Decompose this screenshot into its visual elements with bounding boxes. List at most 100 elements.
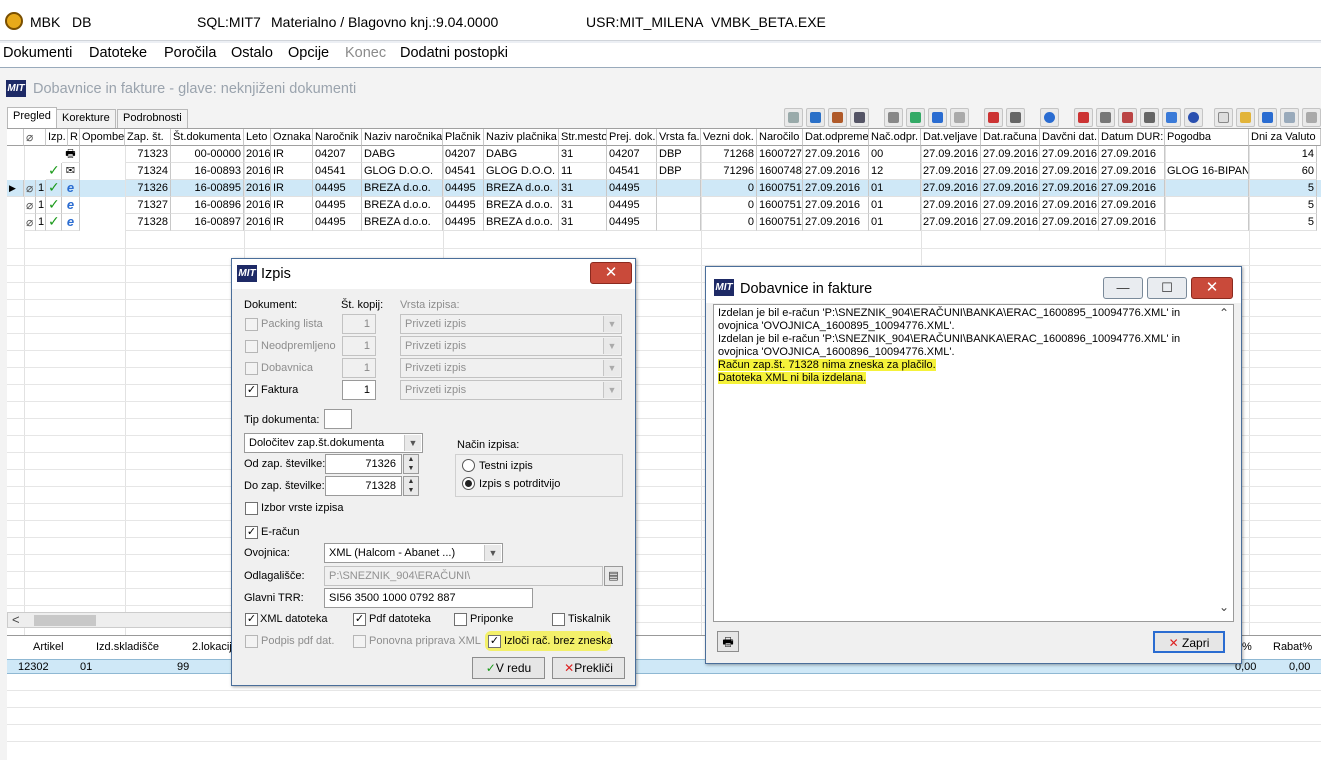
message-text-area[interactable]: Izdelan je bil e-račun 'P:\SNEZNIK_904\E… [713, 304, 1234, 622]
packing-copies-input[interactable]: 1 [342, 314, 376, 334]
packing-vrsta-select[interactable]: Privzeti izpis ▼ [400, 314, 622, 334]
toolbar-help-icon[interactable] [1184, 108, 1203, 127]
toolbar-folder-icon[interactable] [1236, 108, 1255, 127]
od-input[interactable]: 71326 [325, 454, 402, 474]
podpis-checkbox[interactable] [245, 635, 258, 648]
grid-header-dat-odpreme[interactable]: Dat.odpreme [803, 129, 869, 146]
toolbar-search-icon[interactable] [1280, 108, 1299, 127]
grid-header-vezni-dok[interactable]: Vezni dok. [701, 129, 757, 146]
testni-radio[interactable] [462, 459, 475, 472]
tiskalnik-checkbox[interactable] [552, 613, 565, 626]
menu-dodatni-postopki[interactable]: Dodatni postopki [400, 45, 508, 61]
priponke-checkbox[interactable] [454, 613, 467, 626]
odlagalisce-input[interactable]: P:\SNEZNIK_904\ERAČUNI\ [324, 566, 603, 586]
toolbar-pdf-icon[interactable] [984, 108, 1003, 127]
toolbar-save-icon[interactable] [1258, 108, 1277, 127]
table-row[interactable]: ✓ ✉ 71324 16-00893 2016 IR 04541 GLOG D.… [7, 163, 1321, 180]
toolbar-export-icon[interactable] [1074, 108, 1093, 127]
toolbar-new-icon[interactable] [1214, 108, 1233, 127]
print-button[interactable]: 🖶 [717, 631, 739, 652]
toolbar-print-preview-icon[interactable] [784, 108, 803, 127]
menu-konec[interactable]: Konec [345, 45, 386, 61]
close-icon[interactable]: ✕ [590, 262, 632, 284]
toolbar-user-icon[interactable] [884, 108, 903, 127]
toolbar-refresh-icon[interactable] [806, 108, 825, 127]
ovojnica-select[interactable]: XML (Halcom - Abanet ...) ▼ [324, 543, 503, 563]
do-stepper-icon[interactable]: ▲ ▼ [403, 476, 419, 496]
scroll-down-icon[interactable]: ⌄ [1219, 601, 1229, 614]
grid-horizontal-scrollbar[interactable]: < [7, 612, 232, 628]
do-input[interactable]: 71328 [325, 476, 402, 496]
tip-dokumenta-input[interactable] [324, 409, 352, 429]
menu-datoteke[interactable]: Datoteke [89, 45, 147, 61]
toolbar-attach-icon[interactable] [1140, 108, 1159, 127]
toolbar-copy-icon[interactable] [1096, 108, 1115, 127]
dobavnica-copies-input[interactable]: 1 [342, 358, 376, 378]
faktura-checkbox[interactable]: ✓ [245, 384, 258, 397]
toolbar-text-icon[interactable] [950, 108, 969, 127]
grid-header-narocnik[interactable]: Naročnik [313, 129, 362, 146]
menu-porocila[interactable]: Poročila [164, 45, 216, 61]
cancel-button[interactable]: ✕Prekliči [552, 657, 625, 679]
grid-header-r[interactable]: R [68, 129, 80, 146]
grid-header-dat-veljave[interactable]: Dat.veljave [921, 129, 981, 146]
menu-opcije[interactable]: Opcije [288, 45, 329, 61]
od-stepper-icon[interactable]: ▲ ▼ [403, 454, 419, 474]
izbor-checkbox[interactable] [245, 502, 258, 515]
message-scrollbar[interactable]: ⌃ ⌄ [1216, 305, 1233, 621]
minimize-icon[interactable]: — [1103, 277, 1143, 299]
grid-header-str-mesto[interactable]: Str.mesto [559, 129, 607, 146]
detail-header-lokacija[interactable]: 2.lokacij [192, 636, 232, 658]
dobavnica-vrsta-select[interactable]: Privzeti izpis ▼ [400, 358, 622, 378]
ok-button[interactable]: ✓V redu [472, 657, 545, 679]
table-row[interactable]: ⌀ 1 ✓ e 71327 16-00896 2016 IR 04495 BRE… [7, 197, 1321, 214]
grid-header-narocilo[interactable]: Naročilo [757, 129, 803, 146]
toolbar-message-icon[interactable] [1162, 108, 1181, 127]
table-row-selected[interactable]: ▶ ⌀ 1 ✓ e 71326 16-00895 2016 IR 04495 B… [7, 180, 1321, 197]
neodpremljeno-vrsta-select[interactable]: Privzeti izpis ▼ [400, 336, 622, 356]
folder-icon[interactable]: ▤ [604, 566, 623, 586]
close-button[interactable]: ✕ Zapri [1153, 631, 1225, 653]
potrditev-radio[interactable] [462, 477, 475, 490]
grid-header-dat-racuna[interactable]: Dat.računa [981, 129, 1040, 146]
faktura-copies-input[interactable]: 1 [342, 380, 376, 400]
grid-header-prej-dok[interactable]: Prej. dok. [607, 129, 657, 146]
maximize-icon[interactable]: ☐ [1147, 277, 1187, 299]
grid-header-placnik[interactable]: Plačnik [443, 129, 484, 146]
grid-header-datum-dur[interactable]: Datum DUR: [1099, 129, 1165, 146]
grid-header-dni-za-valuto[interactable]: Dni za Valuto [1249, 129, 1321, 146]
ponovna-checkbox[interactable] [353, 635, 366, 648]
tab-podrobnosti[interactable]: Podrobnosti [117, 109, 188, 129]
faktura-vrsta-select[interactable]: Privzeti izpis ▼ [400, 380, 622, 400]
toolbar-font-icon[interactable] [928, 108, 947, 127]
table-row[interactable]: ⌀ 1 ✓ e 71328 16-00897 2016 IR 04495 BRE… [7, 214, 1321, 231]
tab-pregled[interactable]: Pregled [7, 107, 57, 129]
grid-header-izp[interactable]: Izp. [46, 129, 68, 146]
grid-header-davcni-dat[interactable]: Davčni dat. [1040, 129, 1099, 146]
toolbar-ie-icon[interactable] [1040, 108, 1059, 127]
scrollbar-thumb[interactable] [34, 615, 96, 626]
neodpremljeno-checkbox[interactable] [245, 340, 258, 353]
grid-header-zap[interactable]: Zap. št. [125, 129, 171, 146]
grid-header-opombe[interactable]: Opombe [80, 129, 125, 146]
toolbar-more-icon[interactable] [1302, 108, 1321, 127]
detail-header-rabat[interactable]: Rabat% [1273, 636, 1312, 658]
xml-checkbox[interactable]: ✓ [245, 613, 258, 626]
tab-korekture[interactable]: Korekture [56, 109, 116, 129]
grid-header-leto[interactable]: Leto [244, 129, 271, 146]
trr-input[interactable]: SI56 3500 1000 0792 887 [324, 588, 533, 608]
dolocitev-select[interactable]: Določitev zap.št.dokumenta ▼ [244, 433, 423, 453]
pdf-checkbox[interactable]: ✓ [353, 613, 366, 626]
table-row[interactable]: 🖶 71323 00-00000 2016 IR 04207 DABG 0420… [7, 146, 1321, 163]
menu-ostalo[interactable]: Ostalo [231, 45, 273, 61]
grid-header-nac-odpr[interactable]: Nač.odpr. [869, 129, 921, 146]
grid-header-vrsta-fa[interactable]: Vrsta fa. [657, 129, 701, 146]
packing-checkbox[interactable] [245, 318, 258, 331]
detail-header-skladisce[interactable]: Izd.skladišče [96, 636, 159, 658]
toolbar-tools-icon[interactable] [828, 108, 847, 127]
grid-header-oznaka[interactable]: Oznaka [271, 129, 313, 146]
izloci-checkbox[interactable]: ✓ [488, 635, 501, 648]
close-icon[interactable]: ✕ [1191, 277, 1233, 299]
eracun-checkbox[interactable]: ✓ [245, 526, 258, 539]
scroll-left-icon[interactable]: < [12, 612, 20, 627]
